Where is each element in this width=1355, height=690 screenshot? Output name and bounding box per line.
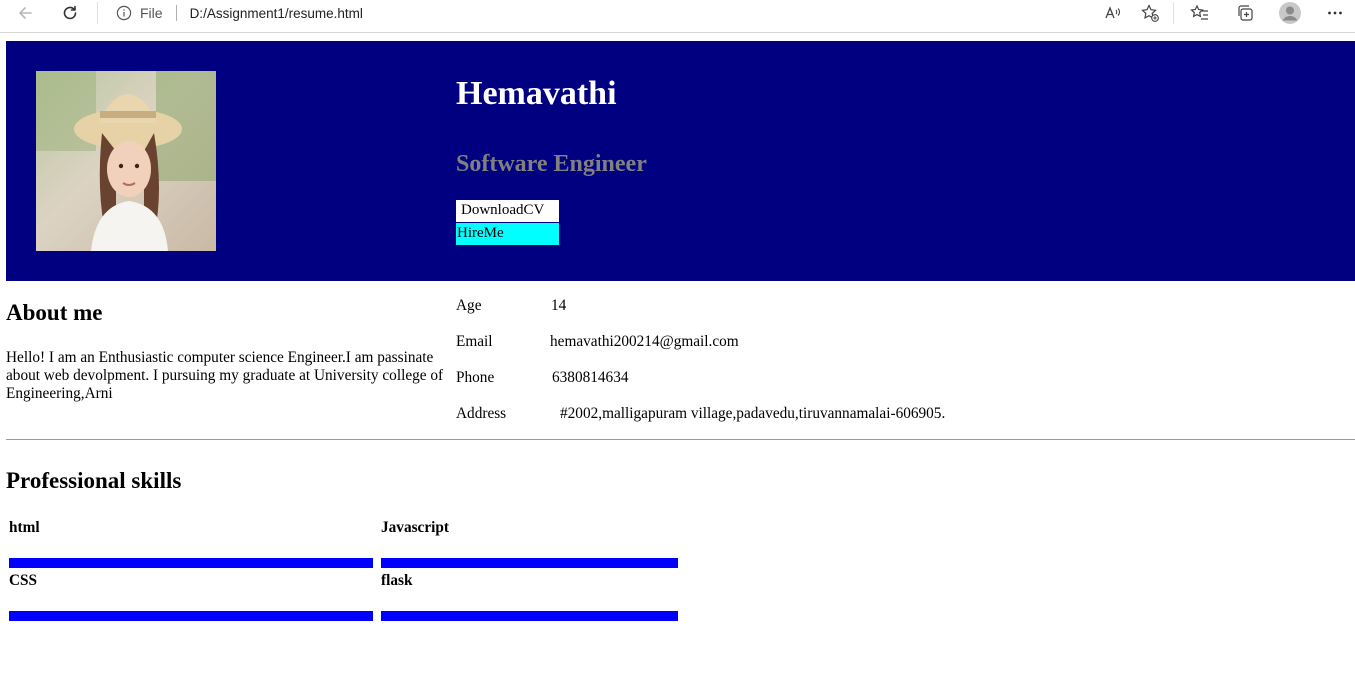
detail-label: Email [456, 333, 493, 350]
skill-name-javascript: Javascript [381, 519, 449, 536]
skill-bar-css [9, 611, 373, 621]
detail-value: hemavathi200214@gmail.com [550, 333, 739, 350]
profile-role: Software Engineer [456, 151, 647, 177]
reload-icon[interactable] [55, 0, 85, 26]
profile-header: Hemavathi Software Engineer DownloadCV H… [6, 41, 1355, 281]
skill-name-css: CSS [9, 572, 38, 589]
detail-value: 14 [551, 297, 567, 314]
detail-label: Address [456, 405, 507, 422]
add-favorite-icon[interactable] [1137, 0, 1163, 26]
toolbar-divider [1173, 2, 1174, 24]
about-title: About me [6, 300, 103, 325]
scheme-label: File [140, 5, 163, 21]
collections-icon[interactable] [1232, 0, 1258, 26]
url-text[interactable]: D:/Assignment1/resume.html [190, 6, 363, 21]
skill-bar-flask [381, 611, 678, 621]
profile-name: Hemavathi [456, 75, 617, 112]
skills-title: Professional skills [6, 468, 182, 493]
detail-value: #2002,malligapuram village,padavedu,tiru… [560, 405, 946, 422]
toolbar-divider [97, 2, 98, 24]
back-icon[interactable] [10, 0, 40, 26]
download-cv-button[interactable]: DownloadCV [456, 200, 559, 222]
profile-avatar-icon[interactable] [1277, 0, 1303, 26]
skill-name-flask: flask [381, 572, 413, 589]
read-aloud-icon[interactable] [1100, 0, 1126, 26]
detail-label: Phone [456, 369, 495, 386]
section-divider [6, 439, 1355, 440]
address-bar[interactable]: File D:/Assignment1/resume.html [100, 0, 363, 26]
detail-label: Age [456, 297, 482, 314]
skill-name-html: html [9, 519, 40, 536]
profile-photo [36, 71, 216, 251]
more-options-icon[interactable] [1322, 0, 1348, 26]
hire-me-button[interactable]: HireMe [456, 223, 559, 245]
favorites-icon[interactable] [1187, 0, 1213, 26]
about-text: Hello! I am an Enthusiastic computer sci… [6, 349, 444, 402]
detail-value: 6380814634 [552, 369, 629, 386]
browser-toolbar: File D:/Assignment1/resume.html [0, 0, 1355, 33]
info-icon[interactable] [116, 5, 132, 21]
skill-bar-html [9, 558, 373, 568]
skill-bar-javascript [381, 558, 678, 568]
url-separator [175, 5, 177, 21]
